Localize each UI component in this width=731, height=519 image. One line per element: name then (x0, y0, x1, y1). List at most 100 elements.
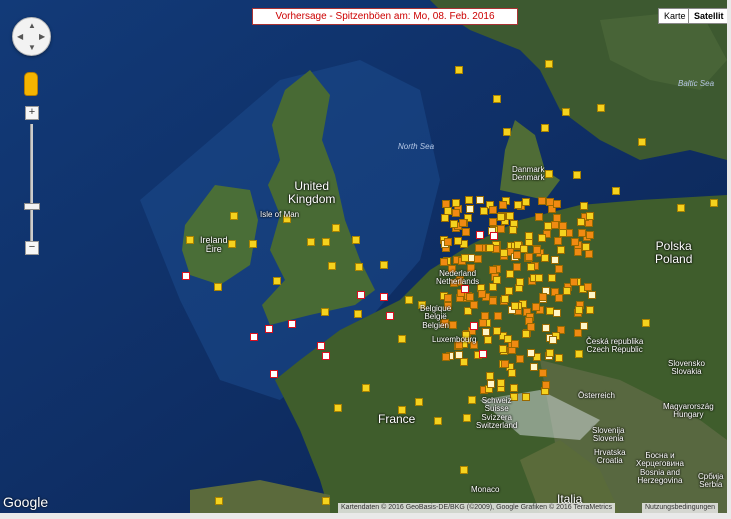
forecast-marker[interactable] (444, 238, 452, 246)
map-type-map-button[interactable]: Karte (658, 8, 692, 24)
forecast-marker[interactable] (513, 263, 521, 271)
forecast-marker[interactable] (493, 276, 501, 284)
forecast-marker[interactable] (571, 238, 579, 246)
forecast-marker[interactable] (355, 263, 363, 271)
forecast-marker[interactable] (585, 250, 593, 258)
forecast-marker[interactable] (479, 350, 487, 358)
forecast-marker[interactable] (470, 322, 478, 330)
forecast-marker[interactable] (580, 202, 588, 210)
forecast-marker[interactable] (334, 404, 342, 412)
forecast-marker[interactable] (530, 363, 538, 371)
forecast-marker[interactable] (273, 277, 281, 285)
forecast-marker[interactable] (522, 330, 530, 338)
forecast-marker[interactable] (553, 309, 561, 317)
forecast-marker[interactable] (501, 360, 509, 368)
forecast-marker[interactable] (489, 206, 497, 214)
forecast-marker[interactable] (514, 201, 522, 209)
forecast-marker[interactable] (546, 307, 554, 315)
forecast-marker[interactable] (317, 342, 325, 350)
forecast-marker[interactable] (405, 296, 413, 304)
forecast-marker[interactable] (249, 240, 257, 248)
forecast-marker[interactable] (525, 232, 533, 240)
forecast-marker[interactable] (545, 170, 553, 178)
forecast-marker[interactable] (489, 297, 497, 305)
forecast-marker[interactable] (328, 262, 336, 270)
forecast-marker[interactable] (182, 272, 190, 280)
forecast-marker[interactable] (307, 238, 315, 246)
forecast-marker[interactable] (508, 369, 516, 377)
forecast-marker[interactable] (493, 95, 501, 103)
forecast-marker[interactable] (582, 243, 590, 251)
forecast-marker[interactable] (541, 124, 549, 132)
forecast-marker[interactable] (612, 187, 620, 195)
forecast-marker[interactable] (511, 302, 519, 310)
forecast-marker[interactable] (500, 249, 508, 257)
forecast-marker[interactable] (478, 290, 486, 298)
forecast-marker[interactable] (482, 328, 490, 336)
forecast-marker[interactable] (462, 228, 470, 236)
forecast-marker[interactable] (460, 466, 468, 474)
forecast-marker[interactable] (442, 200, 450, 208)
zoom-slider-thumb[interactable] (24, 203, 40, 210)
forecast-marker[interactable] (563, 287, 571, 295)
forecast-marker[interactable] (476, 196, 484, 204)
forecast-marker[interactable] (265, 325, 273, 333)
forecast-marker[interactable] (490, 232, 498, 240)
forecast-marker[interactable] (527, 263, 535, 271)
forecast-marker[interactable] (186, 236, 194, 244)
forecast-marker[interactable] (332, 224, 340, 232)
forecast-marker[interactable] (503, 128, 511, 136)
forecast-marker[interactable] (354, 310, 362, 318)
forecast-marker[interactable] (494, 312, 502, 320)
forecast-marker[interactable] (577, 218, 585, 226)
forecast-marker[interactable] (250, 333, 258, 341)
forecast-marker[interactable] (480, 207, 488, 215)
forecast-marker[interactable] (452, 199, 460, 207)
forecast-marker[interactable] (642, 319, 650, 327)
forecast-marker[interactable] (546, 349, 554, 357)
forecast-marker[interactable] (533, 246, 541, 254)
forecast-marker[interactable] (230, 212, 238, 220)
forecast-marker[interactable] (580, 322, 588, 330)
forecast-marker[interactable] (541, 254, 549, 262)
forecast-marker[interactable] (511, 340, 519, 348)
forecast-marker[interactable] (461, 254, 469, 262)
forecast-marker[interactable] (465, 196, 473, 204)
forecast-marker[interactable] (538, 234, 546, 242)
forecast-marker[interactable] (522, 198, 530, 206)
forecast-marker[interactable] (586, 231, 594, 239)
forecast-marker[interactable] (454, 237, 462, 245)
map-canvas[interactable]: Vorhersage - Spitzenböen am: Mo, 08. Feb… (0, 0, 727, 513)
forecast-marker[interactable] (288, 320, 296, 328)
forecast-marker[interactable] (459, 219, 467, 227)
forecast-marker[interactable] (525, 253, 533, 261)
forecast-marker[interactable] (322, 352, 330, 360)
forecast-marker[interactable] (450, 220, 458, 228)
forecast-marker[interactable] (415, 398, 423, 406)
forecast-marker[interactable] (588, 291, 596, 299)
forecast-marker[interactable] (486, 372, 494, 380)
forecast-marker[interactable] (489, 283, 497, 291)
forecast-marker[interactable] (559, 229, 567, 237)
forecast-marker[interactable] (539, 369, 547, 377)
forecast-marker[interactable] (455, 351, 463, 359)
forecast-marker[interactable] (352, 236, 360, 244)
forecast-marker[interactable] (535, 274, 543, 282)
forecast-marker[interactable] (506, 270, 514, 278)
forecast-marker[interactable] (574, 329, 582, 337)
map-type-satellite-button[interactable]: Satellit (688, 8, 727, 24)
forecast-marker[interactable] (555, 354, 563, 362)
forecast-marker[interactable] (548, 274, 556, 282)
forecast-marker[interactable] (468, 396, 476, 404)
forecast-marker[interactable] (440, 258, 448, 266)
forecast-marker[interactable] (573, 171, 581, 179)
forecast-marker[interactable] (476, 231, 484, 239)
forecast-marker[interactable] (475, 244, 483, 252)
forecast-marker[interactable] (270, 370, 278, 378)
pan-control[interactable]: ▲ ▼ ◀ ▶ (12, 17, 51, 56)
forecast-marker[interactable] (549, 336, 557, 344)
forecast-marker[interactable] (444, 294, 452, 302)
forecast-marker[interactable] (677, 204, 685, 212)
forecast-marker[interactable] (501, 295, 509, 303)
forecast-marker[interactable] (527, 349, 535, 357)
